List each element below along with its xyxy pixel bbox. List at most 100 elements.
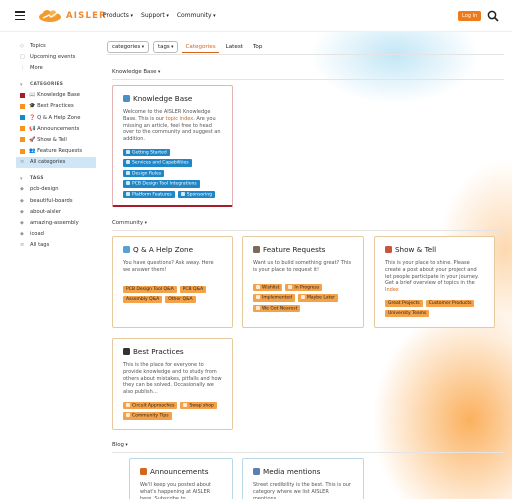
- subcategory-chip[interactable]: In Progress: [285, 283, 323, 292]
- chip-label: Platform Features: [132, 192, 172, 198]
- chip-label: Maybe Later: [306, 295, 335, 301]
- category-color-swatch: [20, 126, 25, 132]
- aisler-logo-icon[interactable]: [38, 9, 62, 22]
- sidebar-heading: TAGS: [30, 176, 44, 182]
- topic-index-link[interactable]: topic index: [166, 116, 194, 122]
- sidebar-item-topics[interactable]: ◇ Topics: [16, 40, 96, 51]
- subcategory-chip[interactable]: Maybe Later: [297, 294, 338, 302]
- sidebar-item-qa-help-zone[interactable]: ❓ Q & A Help Zone: [16, 112, 96, 123]
- subcategory-chip[interactable]: PCB Design Tool Q&A: [123, 285, 177, 293]
- category-card-show-and-tell[interactable]: Show & Tell This is your place to shine.…: [374, 236, 495, 328]
- sidebar-item-more[interactable]: ⋮ More: [16, 62, 96, 73]
- subcategory-chip[interactable]: Customer Products: [425, 299, 475, 307]
- book-icon: [123, 95, 130, 102]
- subcategory-chip[interactable]: Getting Started: [123, 148, 170, 157]
- card-title[interactable]: Q & A Help Zone: [123, 245, 222, 254]
- subcategory-chip[interactable]: Great Projects: [385, 299, 423, 307]
- section-title-community[interactable]: Community: [112, 220, 147, 226]
- subcategory-chip[interactable]: Other Q&A: [165, 295, 196, 303]
- sidebar-tag-about-aisler[interactable]: ◆ about-aisler: [16, 206, 96, 217]
- category-card-feature-requests[interactable]: Feature Requests Want us to build someth…: [242, 236, 364, 328]
- subcategory-chip[interactable]: Services and Capabilities: [123, 159, 192, 167]
- category-card-qa-help-zone[interactable]: Q & A Help Zone You have questions? Ask …: [112, 236, 233, 328]
- section-divider: [112, 452, 504, 453]
- hamburger-menu-icon[interactable]: [15, 11, 25, 21]
- card-title[interactable]: Announcements: [140, 467, 222, 476]
- card-title-text: Announcements: [150, 467, 209, 476]
- subcategory-icon: [126, 413, 130, 418]
- card-title-text: Best Practices: [133, 347, 184, 356]
- category-color-swatch: [20, 115, 25, 121]
- subcategory-icon: [256, 284, 260, 289]
- sidebar-item-knowledge-base[interactable]: 📖 Knowledge Base: [16, 90, 96, 101]
- question-icon: [123, 246, 130, 253]
- sidebar-tag-pcb-design[interactable]: ◆ pcb-design: [16, 184, 96, 195]
- toolbar-divider: [107, 54, 504, 55]
- subcategory-list: PCB Design Tool Q&A PCB Q&A Assembly Q&A…: [123, 285, 222, 303]
- brand-name[interactable]: AISLER: [66, 11, 107, 21]
- card-title[interactable]: Media mentions: [253, 467, 353, 476]
- sidebar-item-label: All tags: [30, 242, 50, 249]
- subcategory-chip[interactable]: Design Rules: [123, 169, 165, 178]
- subcategory-chip[interactable]: Assembly Q&A: [123, 295, 163, 303]
- category-card-media-mentions[interactable]: Media mentions Street credibility is the…: [242, 458, 364, 499]
- category-card-best-practices[interactable]: Best Practices This is the place for eve…: [112, 338, 233, 430]
- nav-products[interactable]: Products: [103, 12, 133, 19]
- sidebar-item-label: 👥 Feature Requests: [29, 148, 83, 155]
- subcategory-chip[interactable]: Community Tips: [123, 412, 172, 420]
- tab-latest[interactable]: Latest: [223, 42, 246, 52]
- subcategory-chip[interactable]: Swap shop: [180, 401, 217, 410]
- subcategory-chip[interactable]: Sponsoring: [177, 190, 215, 199]
- category-card-announcements[interactable]: Announcements We'll keep you posted abou…: [129, 458, 233, 499]
- chip-label: Getting Started: [132, 150, 167, 156]
- subcategory-chip[interactable]: Circuit Approaches: [123, 401, 178, 410]
- subcategory-icon: [183, 402, 188, 407]
- sidebar-item-best-practices[interactable]: 🎓 Best Practices: [16, 101, 96, 112]
- sidebar: ◇ Topics □ Upcoming events ⋮ More ▾ CATEGORI…: [16, 40, 96, 251]
- sidebar-tag-icoad[interactable]: ◆ icoad: [16, 229, 96, 240]
- subcategory-chip[interactable]: PCB Design Tool Integrations: [123, 180, 200, 188]
- card-title[interactable]: Best Practices: [123, 347, 222, 356]
- chevron-down-icon: ▾: [20, 81, 23, 88]
- subcategory-chip[interactable]: Platform Features: [123, 190, 175, 199]
- categories-dropdown[interactable]: categories: [107, 41, 150, 53]
- subcategory-chip[interactable]: Implemented: [253, 294, 295, 302]
- subcategory-list: Wishlist In Progress Implemented Maybe L…: [253, 283, 353, 313]
- card-title[interactable]: Knowledge Base: [123, 94, 222, 103]
- sidebar-section-tags[interactable]: ▾ TAGS: [16, 174, 96, 184]
- chip-label: Services and Capabilities: [132, 160, 189, 166]
- subcategory-chip[interactable]: We Got Nearest: [253, 304, 301, 313]
- login-button[interactable]: Log In: [458, 11, 482, 21]
- sidebar-item-all-tags[interactable]: ≡ All tags: [16, 240, 96, 251]
- nav-support[interactable]: Support: [141, 12, 169, 19]
- card-description: Want us to build something great? This i…: [253, 260, 352, 273]
- card-title[interactable]: Show & Tell: [385, 245, 484, 254]
- subcategory-chip[interactable]: PCB Q&A: [179, 285, 207, 293]
- sidebar-item-announcements[interactable]: 📢 Announcements: [16, 123, 96, 134]
- card-title[interactable]: Feature Requests: [253, 245, 353, 254]
- sidebar-item-label: 📖 Knowledge Base: [29, 92, 80, 99]
- tag-icon: ◆: [20, 231, 24, 238]
- subcategory-chip[interactable]: Wishlist: [253, 283, 283, 292]
- category-card-knowledge-base[interactable]: Knowledge Base Welcome to the AISLER Kno…: [112, 85, 233, 207]
- section-title-blog[interactable]: Blog: [112, 442, 128, 448]
- tab-top[interactable]: Top: [250, 42, 265, 52]
- sidebar-item-feature-requests[interactable]: 👥 Feature Requests: [16, 146, 96, 157]
- sidebar-tag-beautiful-boards[interactable]: ◆ beautiful-boards: [16, 195, 96, 206]
- category-toolbar: categories tags Categories Latest Top: [107, 41, 265, 53]
- sidebar-tag-amazing-assembly[interactable]: ◆ amazing-assembly: [16, 217, 96, 228]
- sidebar-item-show-and-tell[interactable]: 🚀 Show & Tell: [16, 134, 96, 145]
- section-title-knowledge-base[interactable]: Knowledge Base: [112, 69, 160, 75]
- chip-label: In Progress: [294, 285, 320, 291]
- sidebar-item-all-categories[interactable]: ≡ All categories: [16, 156, 96, 168]
- tag-icon: ◆: [20, 186, 24, 193]
- sidebar-section-categories[interactable]: ▾ CATEGORIES: [16, 80, 96, 90]
- sidebar-item-upcoming-events[interactable]: □ Upcoming events: [16, 51, 96, 62]
- tab-categories[interactable]: Categories: [182, 42, 219, 53]
- chip-label: Design Rules: [132, 171, 162, 177]
- subcategory-chip[interactable]: University Teams: [385, 309, 430, 317]
- search-icon[interactable]: [487, 10, 499, 22]
- index-link[interactable]: Index: [385, 287, 399, 293]
- tags-dropdown[interactable]: tags: [153, 41, 179, 53]
- nav-community[interactable]: Community: [177, 12, 216, 19]
